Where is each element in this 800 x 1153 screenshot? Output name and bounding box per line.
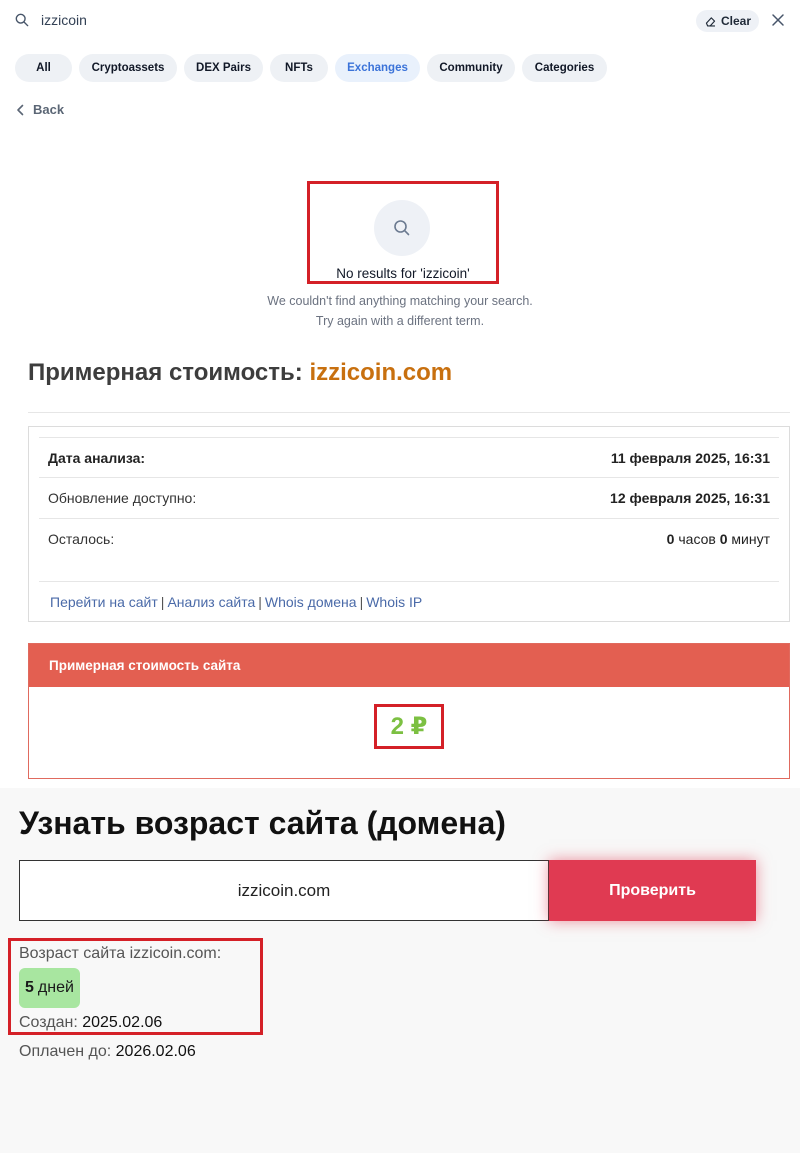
clear-label: Clear — [720, 14, 752, 28]
cost-heading-prefix: Примерная стоимость: — [28, 359, 303, 386]
go-to-site-link[interactable]: Перейти на сайт — [50, 594, 158, 610]
no-results-message: We couldn't find anything matching your … — [267, 294, 533, 308]
domain-input[interactable]: izzicoin.com — [19, 860, 549, 921]
search-bar[interactable]: izzicoin Clear — [0, 0, 800, 44]
remaining-minutes: 0 — [719, 531, 728, 547]
filter-chip-community[interactable]: Community — [427, 54, 515, 82]
filter-chip-exchanges[interactable]: Exchanges — [335, 54, 420, 82]
clear-button[interactable]: Clear — [696, 10, 759, 32]
created-value: 2025.02.06 — [82, 1014, 163, 1031]
site-analysis-link[interactable]: Анализ сайта — [167, 594, 255, 610]
age-section-title: Узнать возраст сайта (домена) — [19, 805, 506, 841]
paid-label: Оплачен до: — [19, 1043, 112, 1060]
remaining-row: Осталось: 0 часов 0 минут — [39, 518, 779, 558]
link-separator: | — [359, 594, 364, 610]
search-icon — [394, 220, 410, 236]
remaining-value: 0 часов 0 минут — [667, 531, 770, 547]
update-available-row: Обновление доступно: 12 февраля 2025, 16… — [39, 477, 779, 517]
no-results-title: No results for 'izzicoin' — [336, 266, 470, 281]
age-number: 5 — [25, 979, 34, 996]
age-badge: 5 дней — [19, 968, 80, 1008]
price-card-header: Примерная стоимость сайта — [29, 644, 789, 687]
filter-chip-categories[interactable]: Categories — [522, 54, 607, 82]
link-separator: | — [258, 594, 262, 610]
whois-domain-link[interactable]: Whois домена — [265, 594, 357, 610]
whois-ip-link[interactable]: Whois IP — [366, 594, 422, 610]
filter-chip-cryptoassets[interactable]: Cryptoassets — [79, 54, 177, 82]
back-link[interactable]: Back — [16, 102, 64, 117]
created-date: Создан: 2025.02.06 — [19, 1014, 162, 1032]
remaining-hours: 0 — [666, 531, 675, 547]
analysis-date-row: Дата анализа: 11 февраля 2025, 16:31 — [39, 437, 779, 477]
row-label: Дата анализа: — [48, 450, 146, 466]
domain-age-section: Узнать возраст сайта (домена) izzicoin.c… — [0, 788, 800, 1153]
price-card: Примерная стоимость сайта 2 ₽ — [28, 643, 790, 779]
filter-chip-dex-pairs[interactable]: DEX Pairs — [184, 54, 263, 82]
back-label: Back — [33, 102, 65, 117]
search-input[interactable]: izzicoin — [41, 12, 87, 28]
filter-chip-nfts[interactable]: NFTs — [270, 54, 328, 82]
age-result-label: Возраст сайта izzicoin.com: — [19, 945, 222, 962]
price-value: 2 ₽ — [374, 704, 444, 749]
created-label: Создан: — [19, 1014, 78, 1031]
no-results-illustration — [374, 200, 430, 256]
analysis-info-card: Дата анализа: 11 февраля 2025, 16:31 Обн… — [28, 426, 790, 622]
remaining-hours-unit: часов — [678, 531, 716, 547]
check-button[interactable]: Проверить — [549, 860, 756, 921]
links-row: Перейти на сайт | Анализ сайта | Whois домен… — [39, 581, 779, 621]
age-unit: дней — [37, 979, 74, 996]
eraser-icon — [705, 16, 716, 27]
row-value: 11 февраля 2025, 16:31 — [610, 450, 770, 466]
paid-until-date: Оплачен до: 2026.02.06 — [19, 1043, 196, 1061]
chevron-left-icon — [17, 104, 24, 115]
paid-value: 2026.02.06 — [115, 1043, 196, 1060]
cost-heading-domain: izzicoin.com — [309, 359, 453, 386]
close-icon[interactable] — [770, 12, 786, 28]
row-label: Осталось: — [48, 531, 115, 547]
row-value: 12 февраля 2025, 16:31 — [610, 490, 770, 506]
filter-chip-all[interactable]: All — [15, 54, 72, 82]
link-separator: | — [160, 594, 165, 610]
search-icon — [15, 13, 29, 27]
no-results-hint: Try again with a different term. — [315, 314, 485, 328]
divider — [28, 412, 790, 413]
cost-heading: Примерная стоимость: izzicoin.com — [28, 359, 452, 387]
row-label: Обновление доступно: — [48, 490, 197, 506]
remaining-minutes-unit: минут — [731, 531, 770, 547]
filter-tabs: All Cryptoassets DEX Pairs NFTs Exchange… — [15, 54, 607, 82]
